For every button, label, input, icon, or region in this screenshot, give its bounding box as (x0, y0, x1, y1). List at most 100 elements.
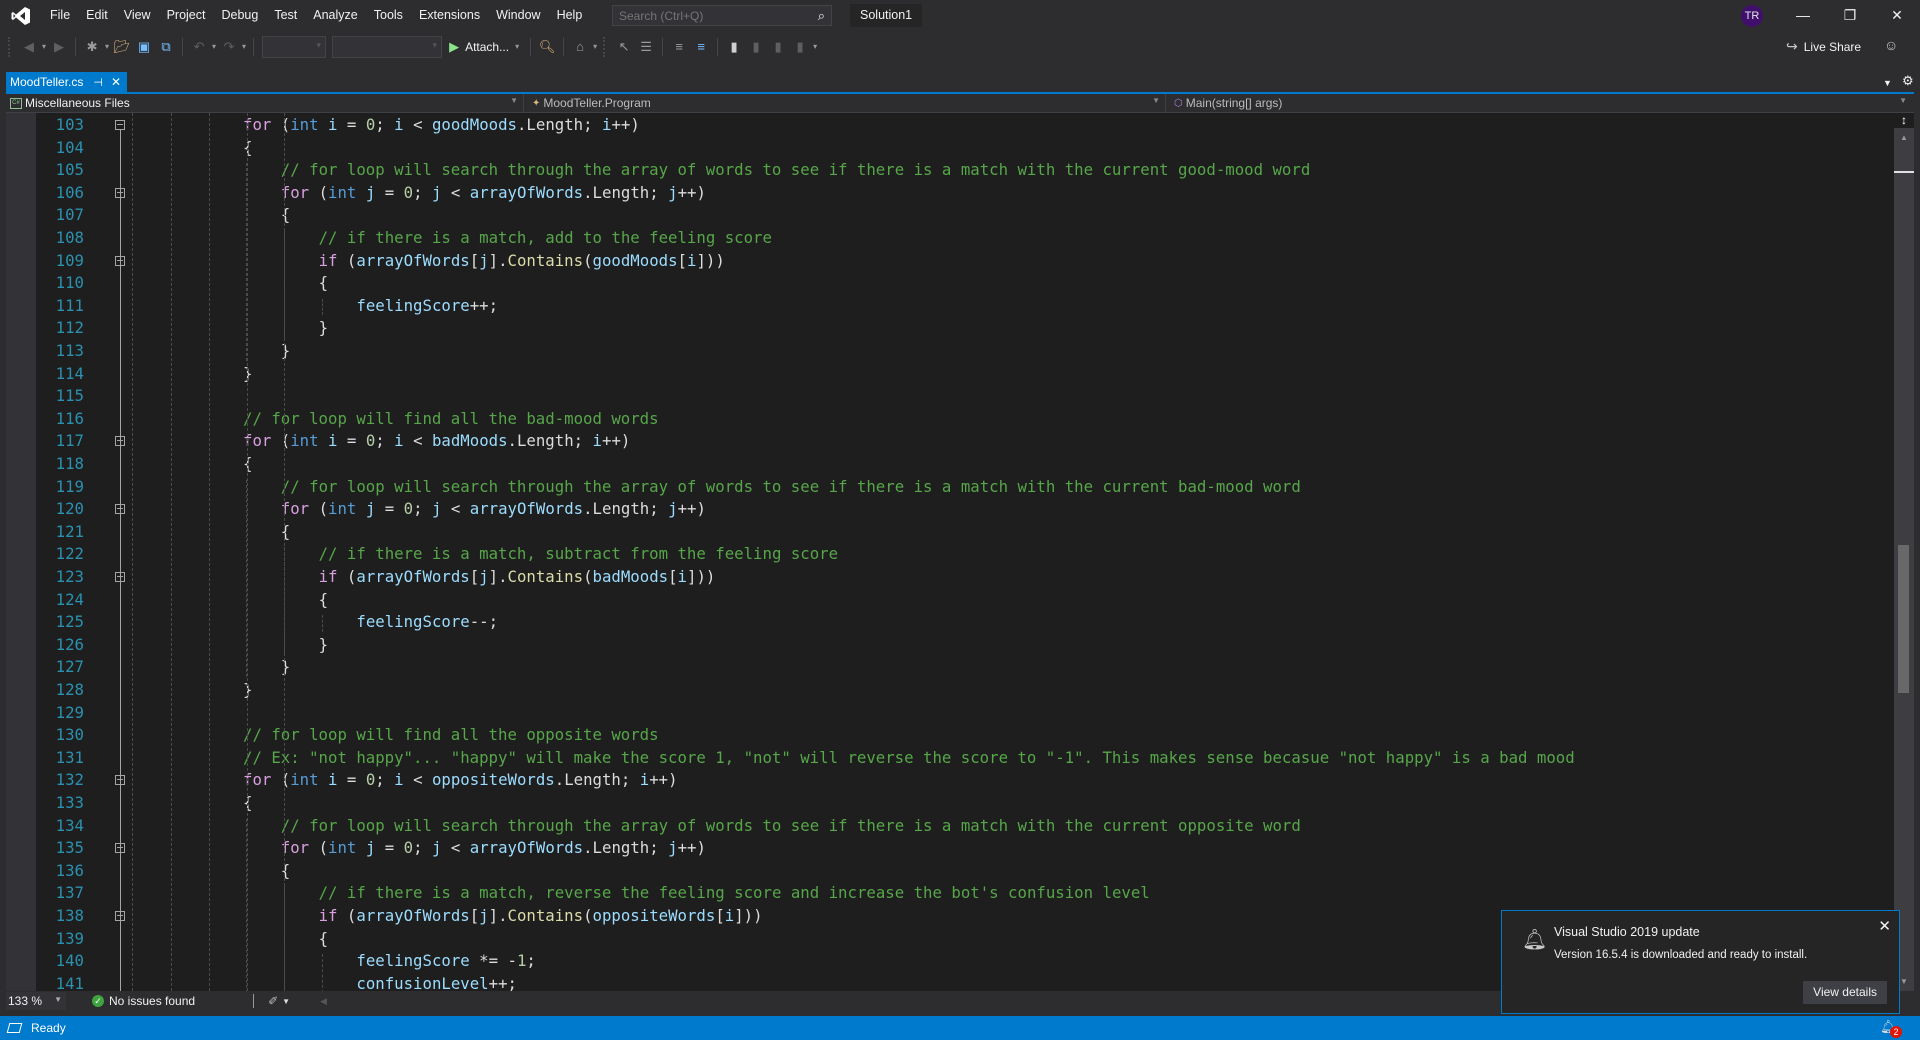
menu-project[interactable]: Project (159, 0, 214, 31)
undo-icon[interactable]: ↶ (190, 36, 208, 58)
search-box[interactable]: ⌕ (612, 5, 832, 26)
code-line[interactable]: 132 for (int i = 0; i < oppositeWords.Len… (6, 769, 1894, 792)
toolbar-grip[interactable] (603, 36, 607, 57)
code-line[interactable]: 121 { (6, 521, 1894, 544)
live-share-button[interactable]: ↪ Live Share (1786, 38, 1861, 55)
gear-icon[interactable]: ⚙ (1902, 73, 1914, 89)
code-line[interactable]: 137 // if there is a match, reverse the f… (6, 882, 1894, 905)
attach-button[interactable]: ▶ Attach... ▾ (449, 39, 521, 55)
project-combo[interactable]: C# Miscellaneous Files ▼ (6, 94, 524, 112)
menu-extensions[interactable]: Extensions (411, 0, 488, 31)
property-list-icon[interactable]: ☰ (637, 36, 655, 58)
back-dropdown-icon[interactable]: ▾ (42, 42, 46, 51)
scroll-left-icon[interactable]: ◀ (320, 996, 327, 1007)
code-line[interactable]: 106 for (int j = 0; j < arrayOfWords.Leng… (6, 182, 1894, 205)
code-line[interactable]: 117 for (int i = 0; i < badMoods.Length; … (6, 430, 1894, 453)
type-combo[interactable]: ✦ MoodTeller.Program ▼ (524, 94, 1166, 112)
restore-button[interactable]: ❐ (1827, 0, 1873, 31)
code-line[interactable]: 135 for (int j = 0; j < arrayOfWords.Leng… (6, 837, 1894, 860)
code-line[interactable]: 109 if (arrayOfWords[j].Contains(goodMood… (6, 250, 1894, 273)
save-icon[interactable]: ▣ (135, 36, 153, 58)
code-line[interactable]: 108 // if there is a match, add to the fe… (6, 227, 1894, 250)
code-line[interactable]: 122 // if there is a match, subtract from… (6, 543, 1894, 566)
redo-dropdown-icon[interactable]: ▾ (242, 42, 246, 51)
code-line[interactable]: 125 feelingScore--; (6, 611, 1894, 634)
menu-edit[interactable]: Edit (78, 0, 116, 31)
save-all-icon[interactable]: ⧉ (157, 36, 175, 58)
search-icon[interactable]: ⌕ (818, 8, 825, 24)
menu-tools[interactable]: Tools (366, 0, 411, 31)
select-element-icon[interactable]: ↖ (615, 36, 633, 58)
clear-bookmarks-icon[interactable]: ▮ (791, 36, 809, 58)
code-line[interactable]: 103 for (int i = 0; i < goodMoods.Length;… (6, 114, 1894, 137)
code-line[interactable]: 128} (6, 679, 1894, 702)
menu-analyze[interactable]: Analyze (305, 0, 365, 31)
feedback-icon[interactable]: ☺ (1884, 37, 1898, 53)
bookmark-icon[interactable]: ▮ (725, 36, 743, 58)
collapse-icon[interactable] (115, 120, 125, 130)
solution-platform-combo[interactable] (332, 35, 443, 58)
new-dropdown-icon[interactable]: ▾ (105, 42, 109, 51)
navigate-back-icon[interactable]: ◀ (20, 36, 38, 58)
navigate-forward-icon[interactable]: ▶ (50, 36, 68, 58)
code-line[interactable]: 124 { (6, 589, 1894, 612)
close-tab-icon[interactable]: ✕ (111, 75, 121, 89)
menu-debug[interactable]: Debug (213, 0, 266, 31)
code-line[interactable]: 111 feelingScore++; (6, 295, 1894, 318)
code-line[interactable]: 136 { (6, 860, 1894, 883)
previous-bookmark-icon[interactable]: ▮ (747, 36, 765, 58)
code-line[interactable]: 134 // for loop will search through the a… (6, 815, 1894, 838)
toolbar-grip[interactable] (8, 36, 12, 57)
code-line[interactable]: 116 // for loop will find all the bad-moo… (6, 408, 1894, 431)
issues-indicator[interactable]: ✓ No issues found (92, 994, 195, 1008)
close-window-button[interactable]: ✕ (1874, 0, 1920, 31)
code-line[interactable]: 127} (6, 656, 1894, 679)
open-file-icon[interactable]: 📂︎ (113, 36, 131, 58)
find-in-files-icon[interactable]: 🔍︎ (538, 36, 556, 58)
pin-icon[interactable]: ⊣ (93, 76, 103, 89)
scroll-down-icon[interactable]: ▼ (1900, 977, 1908, 986)
undo-dropdown-icon[interactable]: ▾ (212, 42, 216, 51)
close-notification-icon[interactable]: ✕ (1878, 917, 1891, 935)
home-dropdown-icon[interactable]: ▾ (593, 42, 597, 51)
split-window-icon[interactable]: ↕ (1894, 113, 1914, 128)
member-combo[interactable]: ⬡ Main(string[] args) ▼ (1166, 94, 1912, 112)
scroll-up-icon[interactable]: ▲ (1900, 133, 1908, 142)
toolbar-overflow-icon[interactable]: ▾ (813, 42, 817, 51)
tab-list-dropdown-icon[interactable]: ▼ (1883, 78, 1892, 88)
menu-view[interactable]: View (116, 0, 159, 31)
comment-lines-icon[interactable]: ≡ (670, 36, 688, 58)
code-cleanup-dropdown-icon[interactable]: ▼ (282, 997, 290, 1006)
code-line[interactable]: 105 // for loop will search through the a… (6, 159, 1894, 182)
user-avatar[interactable]: TR (1741, 5, 1763, 27)
minimize-button[interactable]: — (1780, 0, 1826, 31)
view-details-button[interactable]: View details (1803, 981, 1887, 1004)
uncomment-lines-icon[interactable]: ≡ (692, 36, 710, 58)
code-line[interactable]: 126} (6, 634, 1894, 657)
tab-moodteller-cs[interactable]: MoodTeller.cs ⊣ ✕ (6, 72, 128, 92)
new-project-icon[interactable]: ✱ (83, 36, 101, 58)
home-icon[interactable]: ⌂ (571, 36, 589, 58)
attach-dropdown-icon[interactable]: ▾ (515, 42, 519, 51)
zoom-combo[interactable]: 133 % ▼ (6, 992, 66, 1010)
code-line[interactable]: 118{ (6, 453, 1894, 476)
menu-help[interactable]: Help (549, 0, 591, 31)
search-input[interactable] (619, 8, 799, 23)
code-line[interactable]: 129 (6, 702, 1894, 725)
menu-test[interactable]: Test (266, 0, 305, 31)
scrollbar-thumb[interactable] (1898, 545, 1909, 693)
code-line[interactable]: 119 // for loop will search through the a… (6, 476, 1894, 499)
solution-configuration-combo[interactable] (262, 35, 327, 58)
code-line[interactable]: 131 // Ex: "not happy"... "happy" will ma… (6, 747, 1894, 770)
next-bookmark-icon[interactable]: ▮ (769, 36, 787, 58)
menu-file[interactable]: File (42, 0, 78, 31)
menu-window[interactable]: Window (488, 0, 548, 31)
code-line[interactable]: 130 // for loop will find all the opposit… (6, 724, 1894, 747)
code-cleanup-icon[interactable]: ✐ (268, 994, 278, 1008)
code-line[interactable]: 107 { (6, 204, 1894, 227)
code-editor[interactable]: 103 for (int i = 0; i < goodMoods.Length;… (6, 113, 1894, 991)
code-line[interactable]: 123 if (arrayOfWords[j].Contains(badMoods… (6, 566, 1894, 589)
code-line[interactable]: 115 (6, 385, 1894, 408)
code-line[interactable]: 113} (6, 340, 1894, 363)
code-line[interactable]: 133{ (6, 792, 1894, 815)
